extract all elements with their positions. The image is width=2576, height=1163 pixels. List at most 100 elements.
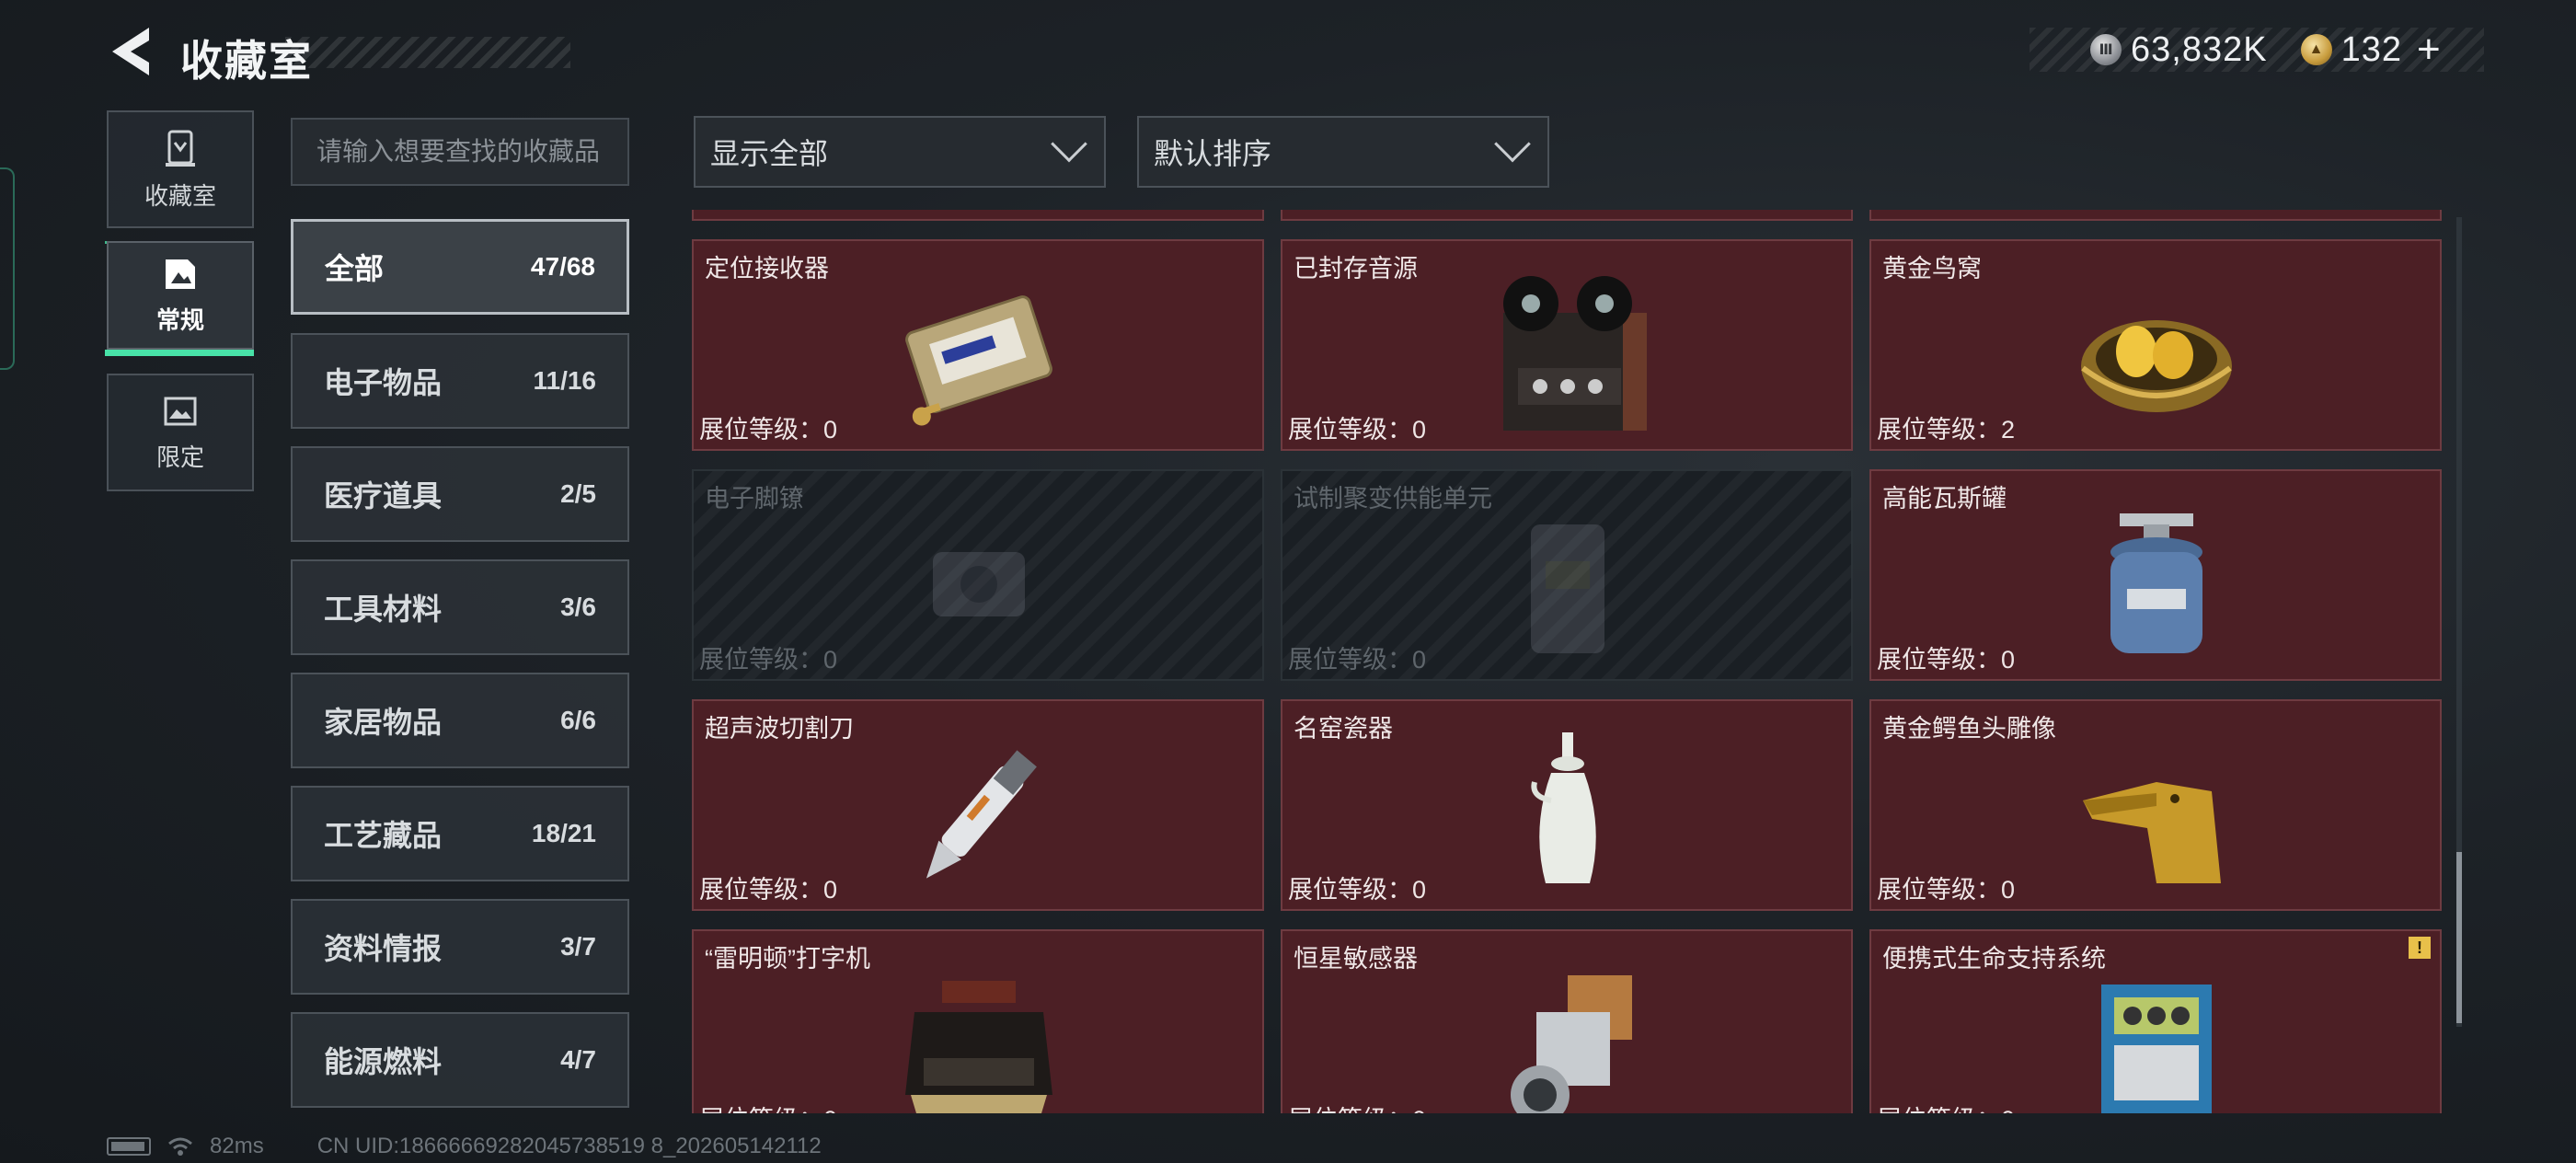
category-name: 医疗道具 <box>324 479 443 512</box>
collection-card-locked[interactable]: 试制聚变供能单元 展位等级：0 <box>1281 469 1853 681</box>
display-filter-dropdown[interactable]: 显示全部 <box>694 116 1106 188</box>
gold-coin-icon: ▲ <box>2300 34 2332 65</box>
category-crafts[interactable]: 工艺藏品 18/21 <box>291 786 629 881</box>
collection-card[interactable]: 高能瓦斯罐 展位等级：0 <box>1869 469 2442 681</box>
nav-tab-label: 常规 <box>155 305 204 334</box>
item-name: 已封存音源 <box>1294 255 1418 282</box>
card-partial <box>692 210 1264 221</box>
item-name: 电子脚镣 <box>705 485 804 512</box>
collection-card[interactable]: 黄金鳄鱼头雕像 展位等级：0 <box>1869 699 2442 911</box>
side-drawer-handle[interactable] <box>0 167 15 370</box>
nav-tab-limited[interactable]: 限定 <box>107 374 254 491</box>
item-level: 展位等级：0 <box>1288 1100 1426 1113</box>
category-name: 家居物品 <box>324 706 443 739</box>
title-decoration <box>285 37 570 68</box>
nav-tab-label: 收藏室 <box>144 181 216 210</box>
porcelain-vase-icon <box>1531 732 1596 883</box>
golden-nest-icon <box>2081 320 2232 412</box>
item-level: 展位等级：0 <box>699 1100 837 1113</box>
item-level: 展位等级：0 <box>1877 1100 2015 1113</box>
item-name: 黄金鳄鱼头雕像 <box>1882 715 2056 743</box>
category-count: 3/6 <box>560 593 596 621</box>
display-filter-value: 显示全部 <box>710 137 829 170</box>
category-name: 能源燃料 <box>324 1045 443 1078</box>
item-name: 定位接收器 <box>705 255 829 282</box>
category-medical[interactable]: 医疗道具 2/5 <box>291 446 629 542</box>
item-name: 恒星敏感器 <box>1294 945 1418 973</box>
grid-scrollbar-thumb[interactable] <box>2456 852 2462 1023</box>
gas-canister-icon <box>2110 513 2202 653</box>
receiver-icon <box>905 295 1052 426</box>
category-name: 工艺藏品 <box>324 819 443 852</box>
category-all[interactable]: 全部 47/68 <box>291 219 629 315</box>
category-tools[interactable]: 工具材料 3/6 <box>291 559 629 655</box>
warning-icon: ! <box>2409 937 2431 959</box>
category-name: 电子物品 <box>324 366 443 399</box>
item-level: 展位等级：0 <box>1288 416 1427 443</box>
chevron-down-icon <box>1494 125 1531 163</box>
collection-card[interactable]: 定位接收器 展位等级：0 <box>692 239 1264 451</box>
category-electronics[interactable]: 电子物品 11/16 <box>291 333 629 429</box>
search-input[interactable] <box>291 118 629 186</box>
collection-card-locked[interactable]: 电子脚镣 展位等级：0 <box>692 469 1264 681</box>
category-name: 资料情报 <box>324 932 443 965</box>
item-name: 名窑瓷器 <box>1294 715 1393 743</box>
item-name: 高能瓦斯罐 <box>1882 485 2007 512</box>
item-name: “雷明顿”打字机 <box>705 945 870 973</box>
fusion-cell-icon <box>1531 524 1604 653</box>
category-count: 18/21 <box>531 819 596 847</box>
reel-tape-recorder-icon <box>1503 276 1647 431</box>
battery-icon <box>107 1137 151 1156</box>
collection-card[interactable]: 名窑瓷器 展位等级：0 <box>1281 699 1853 911</box>
item-level: 展位等级：0 <box>1877 876 2016 904</box>
collection-card[interactable]: 黄金鸟窝 展位等级：2 <box>1869 239 2442 451</box>
collection-card[interactable]: 已封存音源 展位等级：0 <box>1281 239 1853 451</box>
trophy-icon <box>166 130 195 167</box>
typewriter-icon <box>905 981 1052 1113</box>
nav-tab-label: 限定 <box>155 443 204 471</box>
chevron-down-icon <box>1051 125 1087 163</box>
nav-tab-regular[interactable]: 常规 <box>107 241 254 350</box>
category-household[interactable]: 家居物品 6/6 <box>291 673 629 768</box>
life-support-icon <box>2101 985 2212 1113</box>
category-count: 2/5 <box>560 479 596 508</box>
nav-active-indicator <box>105 350 254 356</box>
add-currency-button[interactable]: + <box>2417 29 2441 70</box>
star-sensor-icon <box>1511 975 1632 1113</box>
silver-coin-value: 63,832K <box>2131 29 2268 69</box>
item-level: 展位等级：0 <box>699 416 838 443</box>
item-level: 展位等级：0 <box>699 646 838 674</box>
card-partial <box>1869 210 2442 221</box>
item-level: 展位等级：2 <box>1877 416 2016 443</box>
item-name: 试制聚变供能单元 <box>1294 485 1492 512</box>
nav-tab-collection-room[interactable]: 收藏室 <box>107 110 254 228</box>
status-footer: 82ms CN UID:18666669282045738519 8_20260… <box>107 1134 822 1159</box>
category-count: 4/7 <box>560 1045 596 1074</box>
category-count: 11/16 <box>533 366 596 395</box>
sort-value: 默认排序 <box>1154 137 1272 170</box>
gold-crocodile-statue-icon <box>2083 782 2221 883</box>
collection-card[interactable]: 便携式生命支持系统 ! 展位等级：0 <box>1869 929 2442 1113</box>
item-name: 超声波切割刀 <box>705 715 854 743</box>
sort-dropdown[interactable]: 默认排序 <box>1137 116 1549 188</box>
item-name: 黄金鸟窝 <box>1882 255 1982 282</box>
category-intel[interactable]: 资料情报 3/7 <box>291 899 629 995</box>
ultrasonic-cutter-icon <box>926 750 1037 879</box>
currency-bar: Ⅲ 63,832K ▲ 132 + <box>2030 28 2484 72</box>
user-uid: CN UID:18666669282045738519 8_2026051421… <box>316 1134 822 1158</box>
collection-card[interactable]: 超声波切割刀 展位等级：0 <box>692 699 1264 911</box>
item-level: 展位等级：0 <box>1288 646 1427 674</box>
ankle-monitor-icon <box>933 552 1025 616</box>
item-level: 展位等级：0 <box>1877 646 2016 674</box>
collection-card[interactable]: “雷明顿”打字机 展位等级：0 <box>692 929 1264 1113</box>
category-name: 工具材料 <box>324 593 443 626</box>
gold-coin-value: 132 <box>2340 29 2402 69</box>
category-name: 全部 <box>325 252 385 285</box>
item-level: 展位等级：0 <box>699 876 838 904</box>
back-arrow-icon[interactable] <box>103 24 155 79</box>
collection-card[interactable]: 恒星敏感器 展位等级：0 <box>1281 929 1853 1113</box>
collection-grid[interactable]: 定位接收器 展位等级：0 已封存音源 展位等级：0 黄金鸟窝 展位等级：2 电子… <box>692 210 2458 1113</box>
category-count: 6/6 <box>560 706 596 734</box>
category-fuel[interactable]: 能源燃料 4/7 <box>291 1012 629 1108</box>
card-partial <box>1281 210 1853 221</box>
